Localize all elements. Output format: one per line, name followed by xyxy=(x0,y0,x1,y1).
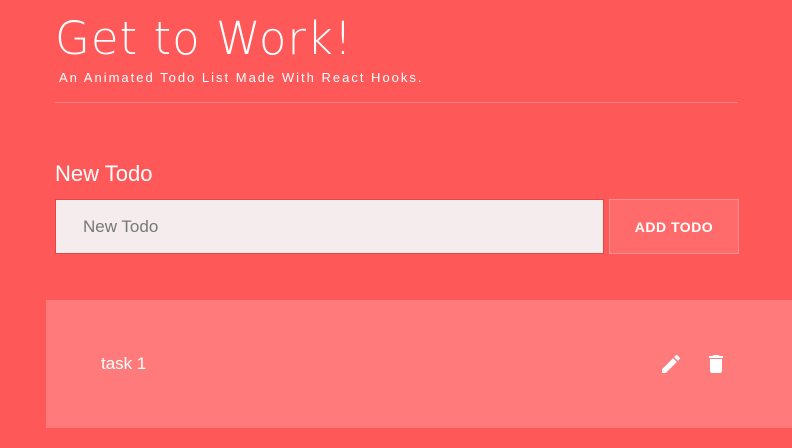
page-title: Get to Work! xyxy=(55,12,353,65)
todo-app: Get to Work! An Animated Todo List Made … xyxy=(0,0,792,448)
header: Get to Work! An Animated Todo List Made … xyxy=(55,12,738,85)
new-todo-input[interactable] xyxy=(55,199,604,254)
page-subtitle: An Animated Todo List Made With React Ho… xyxy=(59,70,424,85)
add-todo-button[interactable]: ADD TODO xyxy=(609,199,739,254)
todo-item-text[interactable]: task 1 xyxy=(101,354,146,374)
header-divider xyxy=(55,102,738,103)
new-todo-label: New Todo xyxy=(55,161,153,186)
todo-item: task 1 xyxy=(46,300,792,428)
trash-icon[interactable] xyxy=(704,352,728,376)
pencil-icon[interactable] xyxy=(659,352,683,376)
